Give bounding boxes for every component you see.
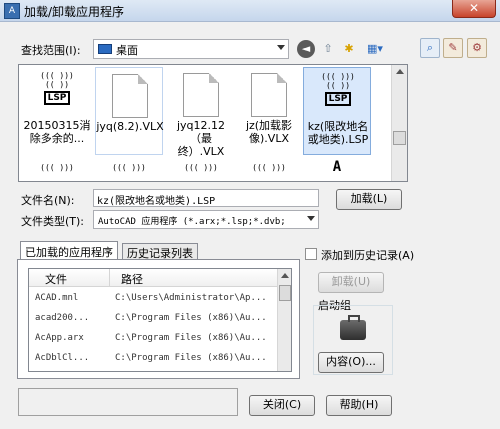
lsp-file-icon: ((( )))(( )) LSP [40,71,74,105]
lsp-file-icon: ((( ))) [112,163,146,172]
filetype-label: 文件类型(T): [21,215,85,228]
tab-history-list[interactable]: 历史记录列表 [122,243,198,260]
table-row[interactable]: AcDblCl... C:\Program Files (x86)\Au... [29,349,277,369]
close-window-button[interactable]: ✕ [452,0,496,18]
file-list-scrollbar[interactable] [391,65,407,181]
title-bar: A 加载/卸载应用程序 ✕ [0,0,500,22]
help-button[interactable]: 帮助(H) [326,395,392,416]
column-header-path[interactable]: 路径 [121,271,143,287]
add-to-history-label[interactable]: 添加到历史记录(A) [321,247,414,263]
file-name: jyq12.12（最终）.VLX [176,119,226,158]
vlx-file-icon [112,74,148,118]
file-list[interactable]: ((( )))(( )) LSP 20150315消除多余的... jyq(8.2… [18,64,408,182]
file-item[interactable]: jyq12.12（最终）.VLX [167,67,235,158]
file-item[interactable]: ((( ))) [95,159,163,181]
file-name: kz(限改地名或地类).LSP [307,120,369,146]
back-icon[interactable]: ◄ [297,40,315,58]
autocad-file-icon: A [332,159,342,175]
table-row[interactable]: ACAD.mnl C:\Users\Administrator\Ap... [29,289,277,309]
close-button[interactable]: 关闭(C) [249,395,315,416]
file-item-selected[interactable]: ((( )))(( )) LSP kz(限改地名或地类).LSP [303,67,371,155]
filetype-dropdown[interactable]: AutoCAD 应用程序 (*.arx;*.lsp;*.dvb; [93,210,319,229]
look-in-dropdown[interactable]: 桌面 [93,39,289,59]
file-item[interactable]: A [303,159,371,181]
chevron-down-icon [307,216,315,221]
file-item[interactable]: ((( ))) [235,159,303,181]
views-menu-icon[interactable]: ▦▾ [362,40,388,58]
file-item[interactable]: ((( ))) [23,159,91,181]
row-path: C:\Program Files (x86)\Au... [115,353,267,363]
file-name: jyq(8.2).VLX [96,120,164,133]
row-file: acad200... [35,313,90,323]
row-file: AcApp.arx [35,333,84,343]
row-file: AcDblCl... [35,353,90,363]
filename-input[interactable]: kz(限改地名或地类).LSP [93,189,319,207]
row-file: ACAD.mnl [35,293,79,303]
unload-button[interactable]: 卸载(U) [318,272,384,293]
find-file-icon[interactable]: ✎ [443,38,463,58]
new-folder-icon[interactable]: ✱ [340,40,358,58]
chevron-down-icon [277,45,285,50]
up-folder-icon[interactable]: ⇧ [319,40,337,58]
scroll-thumb[interactable] [393,131,406,145]
autocad-app-icon: A [4,3,20,19]
filename-label: 文件名(N): [21,194,75,207]
scroll-thumb[interactable] [279,285,291,301]
tools-icon[interactable]: ⚙ [467,38,487,58]
row-path: C:\Program Files (x86)\Au... [115,313,267,323]
vlx-file-icon [183,73,219,117]
table-row[interactable]: acad200... C:\Program Files (x86)\Au... [29,309,277,329]
look-in-label: 查找范围(I): [21,44,81,57]
file-item[interactable]: ((( )))(( )) LSP 20150315消除多余的... [23,67,91,155]
table-row[interactable]: AcApp.arx C:\Program Files (x86)\Au... [29,329,277,349]
filetype-value: AutoCAD 应用程序 (*.arx;*.lsp;*.dvb; [98,217,286,227]
column-divider[interactable] [109,269,110,287]
file-item[interactable]: jz(加载影像).VLX [235,67,303,155]
lsp-file-icon: ((( )))(( )) LSP [321,72,355,106]
load-button[interactable]: 加载(L) [336,189,402,210]
vlx-file-icon [251,73,287,117]
column-header-file[interactable]: 文件 [45,271,67,287]
file-item[interactable]: jyq(8.2).VLX [95,67,164,155]
briefcase-icon [340,315,366,340]
table-scrollbar[interactable] [277,269,291,371]
file-item[interactable]: ((( ))) [167,159,235,181]
file-name: 20150315消除多余的... [23,119,91,145]
add-to-history-checkbox[interactable] [305,248,317,260]
contents-button[interactable]: 内容(O)... [318,352,384,373]
scroll-up-icon[interactable] [396,69,404,74]
scroll-up-icon[interactable] [281,273,289,278]
table-header: 文件 路径 [29,269,277,287]
tab-loaded-applications[interactable]: 已加载的应用程序 [20,241,118,259]
row-path: C:\Users\Administrator\Ap... [115,293,267,303]
lsp-file-icon: ((( ))) [40,163,74,172]
status-box [18,388,238,416]
look-in-value: 桌面 [116,44,138,57]
lsp-file-icon: ((( ))) [252,163,286,172]
file-name: jz(加载影像).VLX [245,119,293,145]
lsp-file-icon: ((( ))) [184,163,218,172]
desktop-icon [98,44,112,54]
filename-value: kz(限改地名或地类).LSP [97,196,216,207]
loaded-apps-table[interactable]: 文件 路径 ACAD.mnl C:\Users\Administrator\Ap… [28,268,292,372]
loaded-apps-pane: 文件 路径 ACAD.mnl C:\Users\Administrator\Ap… [17,259,300,379]
row-path: C:\Program Files (x86)\Au... [115,333,267,343]
search-icon[interactable]: ⌕ [420,38,440,58]
window-title: 加载/卸载应用程序 [24,5,125,19]
load-unload-dialog: A 加载/卸载应用程序 ✕ 查找范围(I): 桌面 ◄ ⇧ ✱ ▦▾ ⌕ ✎ ⚙… [0,0,500,429]
